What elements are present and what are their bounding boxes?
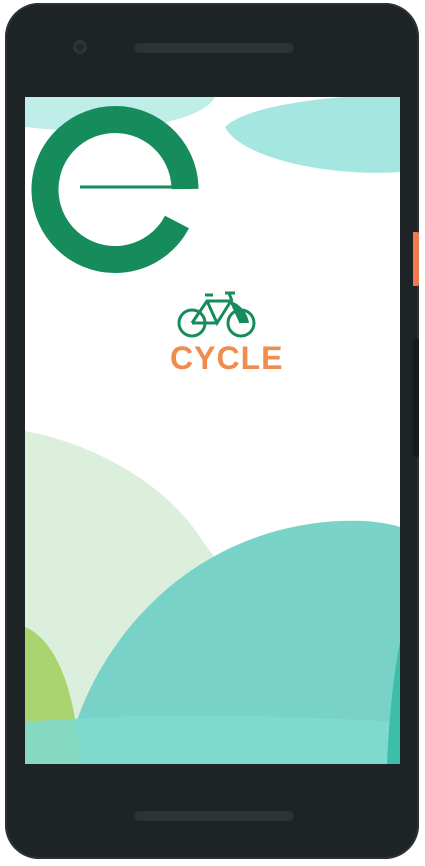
- bicycle-icon: [177, 291, 256, 338]
- bottom-strip: [25, 715, 400, 764]
- splash-screen: CYCLE: [25, 97, 400, 764]
- top-right-wave: [225, 97, 400, 173]
- bottom-speaker: [134, 811, 294, 821]
- volume-button[interactable]: [413, 339, 419, 457]
- brand-wordmark: CYCLE: [170, 340, 284, 376]
- phone-frame: CYCLE: [5, 3, 419, 859]
- top-speaker: [134, 43, 294, 53]
- front-camera: [73, 40, 87, 54]
- power-button[interactable]: [413, 232, 419, 286]
- logo-ring: [31, 106, 199, 273]
